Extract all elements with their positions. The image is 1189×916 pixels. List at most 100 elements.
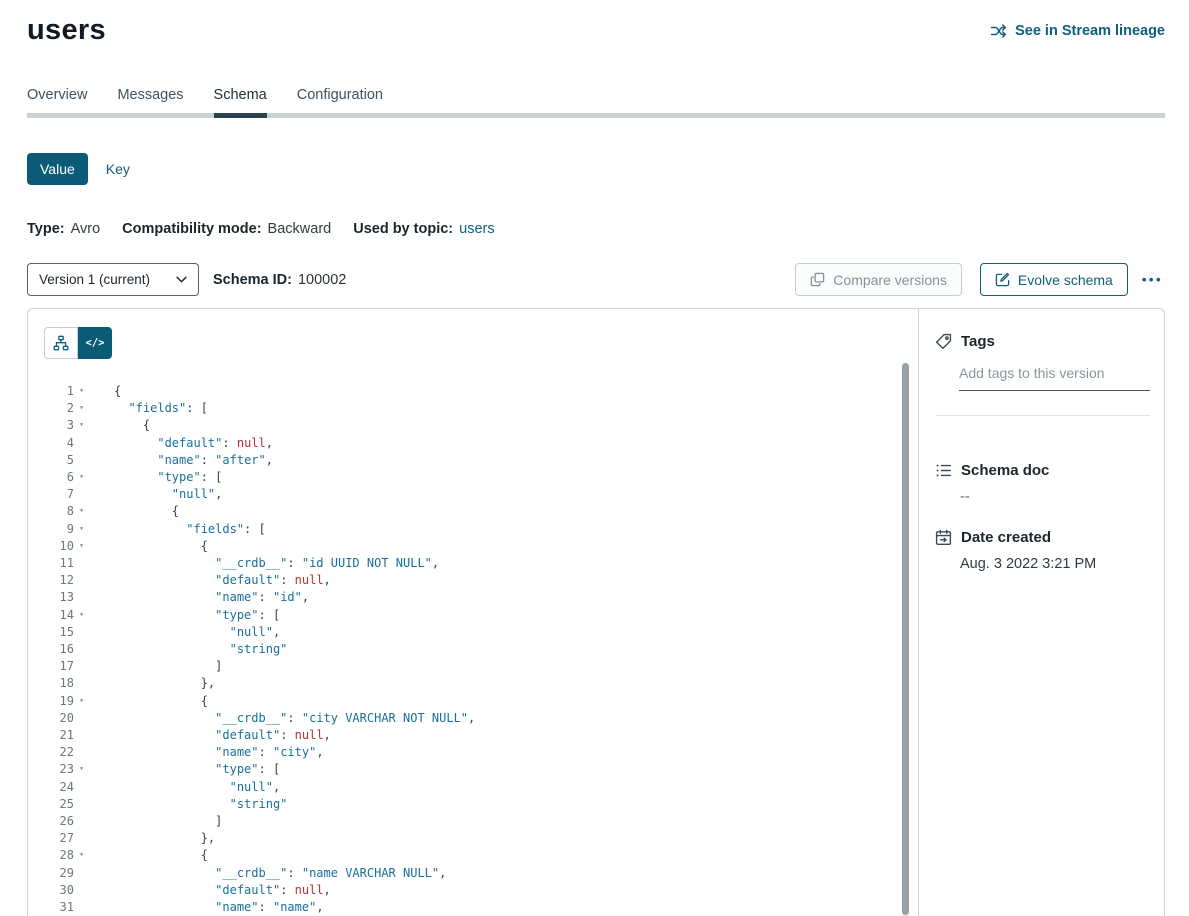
fold-arrow-icon[interactable]: ▾ (74, 847, 89, 864)
line-number: 18 (44, 675, 74, 692)
fold-arrow-icon[interactable]: ▾ (74, 761, 89, 778)
fold-arrow-icon[interactable]: ▾ (74, 469, 89, 486)
fold-spacer (74, 624, 89, 641)
fold-arrow-icon[interactable]: ▾ (74, 538, 89, 555)
code-text: "default": null, (89, 727, 331, 744)
code-text: "name": "name", (89, 899, 324, 916)
code-text: }, (89, 830, 215, 847)
code-text: { (89, 417, 150, 434)
list-icon (935, 462, 952, 479)
code-text: "fields": [ (89, 400, 208, 417)
code-line: 31 "name": "name", (44, 899, 918, 916)
schema-doc-header: Schema doc (935, 462, 1150, 479)
fold-spacer (74, 589, 89, 606)
schema-code-pane: </> 1▾{2▾ "fields": [3▾ {4 "default": nu… (28, 309, 919, 916)
tree-view-button[interactable] (44, 327, 78, 359)
fold-arrow-icon[interactable]: ▾ (74, 383, 89, 400)
code-line: 18 }, (44, 675, 918, 692)
schema-doc-value: -- (960, 489, 1150, 505)
fold-arrow-icon[interactable]: ▾ (74, 400, 89, 417)
code-line: 8▾ { (44, 503, 918, 520)
line-number: 10 (44, 538, 74, 555)
compare-versions-label: Compare versions (833, 272, 947, 288)
value-toggle-button[interactable]: Value (27, 153, 88, 185)
code-text: "default": null, (89, 882, 331, 899)
code-line: 2▾ "fields": [ (44, 400, 918, 417)
line-number: 8 (44, 503, 74, 520)
code-line: 1▾{ (44, 383, 918, 400)
version-select[interactable]: Version 1 (current) (27, 263, 199, 296)
fold-arrow-icon[interactable]: ▾ (74, 503, 89, 520)
code-line: 21 "default": null, (44, 727, 918, 744)
line-number: 27 (44, 830, 74, 847)
fold-arrow-icon[interactable]: ▾ (74, 693, 89, 710)
line-number: 21 (44, 727, 74, 744)
code-text: "type": [ (89, 761, 280, 778)
page-header: users See in Stream lineage (27, 14, 1165, 47)
line-number: 17 (44, 658, 74, 675)
fold-spacer (74, 744, 89, 761)
active-tab-underline (214, 113, 267, 118)
schema-json-editor: 1▾{2▾ "fields": [3▾ {4 "default": null,5… (44, 383, 918, 916)
line-number: 11 (44, 555, 74, 572)
schema-doc-title: Schema doc (961, 462, 1049, 479)
fold-spacer (74, 658, 89, 675)
tab-configuration[interactable]: Configuration (297, 87, 383, 118)
code-line: 3▾ { (44, 417, 918, 434)
code-text: "__crdb__": "name VARCHAR NULL", (89, 865, 446, 882)
line-number: 15 (44, 624, 74, 641)
fold-arrow-icon[interactable]: ▾ (74, 607, 89, 624)
line-number: 9 (44, 521, 74, 538)
tab-messages[interactable]: Messages (117, 87, 183, 118)
code-text: "default": null, (89, 435, 273, 452)
fold-arrow-icon[interactable]: ▾ (74, 417, 89, 434)
stream-lineage-icon (990, 23, 1007, 39)
date-created-title: Date created (961, 529, 1051, 546)
line-number: 19 (44, 693, 74, 710)
tab-schema[interactable]: Schema (214, 87, 267, 118)
version-toolbar: Version 1 (current) Schema ID: 100002 Co… (27, 263, 1165, 296)
fold-spacer (74, 675, 89, 692)
stream-lineage-link[interactable]: See in Stream lineage (990, 23, 1165, 39)
tag-icon (935, 333, 952, 350)
code-line: 22 "name": "city", (44, 744, 918, 761)
tab-overview[interactable]: Overview (27, 87, 87, 118)
line-number: 28 (44, 847, 74, 864)
topic-link[interactable]: users (459, 221, 494, 237)
line-number: 29 (44, 865, 74, 882)
fold-arrow-icon[interactable]: ▾ (74, 521, 89, 538)
tags-input[interactable] (959, 360, 1150, 391)
key-toggle-button[interactable]: Key (102, 153, 134, 185)
code-line: 23▾ "type": [ (44, 761, 918, 778)
fold-spacer (74, 452, 89, 469)
schema-meta-row: Type: Avro Compatibility mode: Backward … (27, 221, 1165, 237)
fold-spacer (74, 710, 89, 727)
schema-detail-panel: </> 1▾{2▾ "fields": [3▾ {4 "default": nu… (27, 308, 1165, 916)
calendar-icon (935, 529, 952, 546)
code-view-button[interactable]: </> (78, 327, 112, 359)
code-scrollbar-thumb[interactable] (902, 363, 909, 915)
page-title: users (27, 14, 106, 47)
line-number: 4 (44, 435, 74, 452)
evolve-schema-button[interactable]: Evolve schema (980, 263, 1128, 296)
code-line: 13 "name": "id", (44, 589, 918, 606)
fold-spacer (74, 865, 89, 882)
fold-spacer (74, 779, 89, 796)
value-key-toggle: Value Key (27, 153, 1165, 185)
line-number: 2 (44, 400, 74, 417)
view-mode-toggle: </> (44, 327, 112, 359)
line-number: 24 (44, 779, 74, 796)
line-number: 26 (44, 813, 74, 830)
code-line: 30 "default": null, (44, 882, 918, 899)
line-number: 6 (44, 469, 74, 486)
code-line: 9▾ "fields": [ (44, 521, 918, 538)
more-options-button[interactable]: ••• (1140, 266, 1165, 293)
line-number: 30 (44, 882, 74, 899)
fold-spacer (74, 813, 89, 830)
type-label: Type: (27, 221, 65, 237)
compatibility-value: Backward (268, 221, 332, 237)
tags-header: Tags (935, 333, 1150, 350)
code-line: 4 "default": null, (44, 435, 918, 452)
compare-versions-button[interactable]: Compare versions (795, 263, 962, 296)
code-line: 20 "__crdb__": "city VARCHAR NOT NULL", (44, 710, 918, 727)
